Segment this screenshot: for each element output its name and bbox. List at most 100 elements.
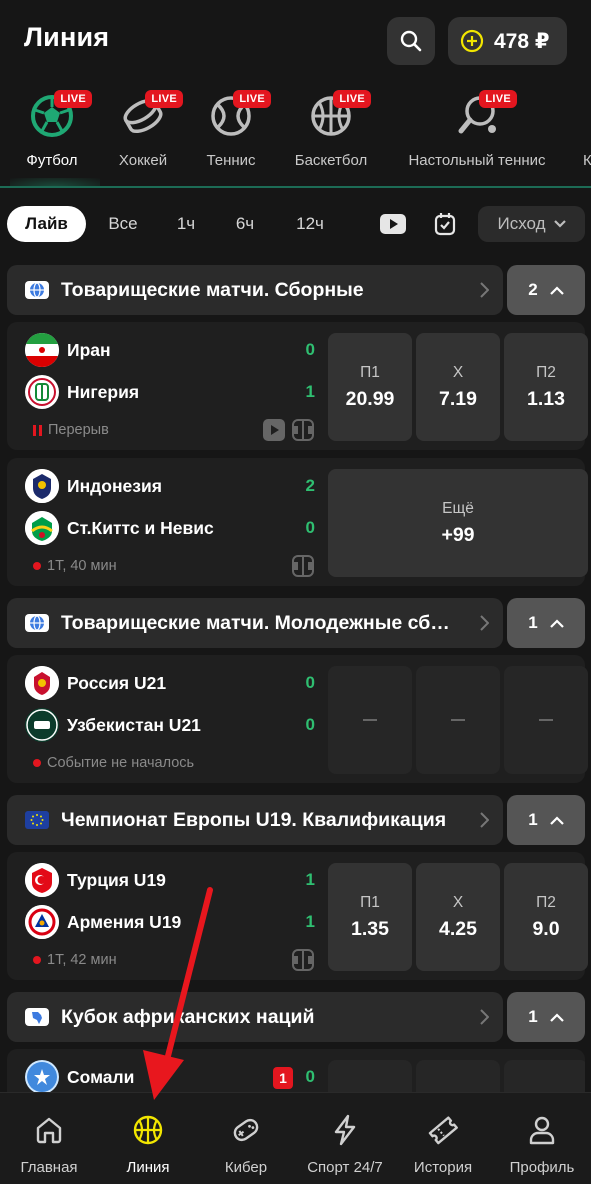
live-badge: LIVE [54,90,92,108]
field-stats-icon[interactable] [292,555,314,577]
more-count: +99 [441,523,475,546]
chevron-right-icon [480,1009,489,1025]
odd-value: 9.0 [532,917,560,940]
basketball-icon [133,1115,163,1145]
odd-button-away[interactable]: П2 9.0 [504,863,588,971]
sport-item-table-tennis[interactable]: LIVE Настольный теннис [405,82,549,186]
odd-button-draw[interactable]: Х 7.19 [416,333,500,441]
search-button[interactable] [387,17,435,65]
away-score: 1 [305,382,315,401]
team-name: Ст.Киттс и Невис [67,517,214,538]
odd-button-draw[interactable]: Х 4.25 [416,863,500,971]
away-team: Узбекистан U21 0 [25,707,315,743]
africa-icon [25,1008,49,1026]
field-stats-icon[interactable] [292,949,314,971]
match-card[interactable]: Иран 0 Нигерия 1 Перерыв П1 20.99 Х 7.19… [7,322,588,450]
home-score: 2 [305,476,315,495]
more-label: Ещё [442,499,474,517]
dash-icon [363,719,377,721]
filter-all[interactable]: Все [96,206,150,242]
video-filter-button[interactable] [372,206,414,242]
header: Линия 478 ₽ [0,0,591,82]
team-name: Индонезия [67,475,162,496]
league-count: 1 [528,1007,538,1026]
match-card[interactable]: Турция U19 1 Армения U19 1 1Т, 42 мин П1… [7,852,588,980]
nav-item-sport-24-7[interactable]: Спорт 24/7 [302,1093,388,1184]
sport-item-hockey[interactable]: LIVE Хоккей [112,82,183,186]
odd-button-home[interactable]: П1 1.35 [328,863,412,971]
red-card-count: 1 [273,1067,293,1089]
match-card[interactable]: Сомали 1 0 [7,1049,585,1092]
match-status-text: 1Т, 40 мин [47,558,117,574]
home-team: Россия U21 0 [25,665,315,701]
nav-item-line[interactable]: Линия [114,1093,182,1184]
league-header[interactable]: Кубок африканских наций [7,992,503,1042]
odd-value: 4.25 [439,917,477,940]
sport-item-tennis[interactable]: LIVE Теннис [203,82,271,186]
filter-6h[interactable]: 6ч [222,206,268,242]
home-score: 0 [305,1067,315,1086]
odd-button-away [504,666,588,774]
globe-icon [25,281,49,299]
odd-button-away[interactable]: П2 1.13 [504,333,588,441]
league-collapse-button[interactable]: 1 [507,992,585,1042]
league-name: Товарищеские матчи. Сборные [61,278,364,301]
odd-label: П2 [536,893,556,911]
league-header[interactable]: Чемпионат Европы U19. Квалификация [7,795,503,845]
video-play-icon[interactable] [263,419,285,441]
dash-icon [451,719,465,721]
chevron-right-icon [480,812,489,828]
globe-icon [25,614,49,632]
sport-item-basketball[interactable]: LIVE Баскетбол [291,82,371,186]
sport-label: К [583,152,591,169]
match-status-text: Событие не началось [47,755,195,771]
calendar-filter-button[interactable] [424,206,466,242]
away-score: 1 [305,912,315,931]
odd-button-home[interactable]: П1 20.99 [328,333,412,441]
match-card[interactable]: Индонезия 2 Ст.Киттс и Невис 0 1Т, 40 ми… [7,458,588,586]
odd-button-home [328,666,412,774]
page-title: Линия [24,22,110,52]
team-name: Иран [67,339,111,360]
match-status: 1Т, 40 мин [33,556,117,576]
nav-item-home[interactable]: Главная [14,1093,84,1184]
odd-button-away[interactable] [504,1060,585,1092]
odd-button-home[interactable] [328,1060,412,1092]
odd-button-draw[interactable] [416,1060,500,1092]
nav-item-history[interactable]: История [410,1093,476,1184]
home-score: 1 [305,870,315,889]
league-collapse-button[interactable]: 2 [507,265,585,315]
match-card[interactable]: Россия U21 0 Узбекистан U21 0 Событие не… [7,655,588,783]
dash-icon [539,719,553,721]
filter-1h[interactable]: 1ч [163,206,209,242]
league-count: 1 [528,613,538,632]
more-markets-button[interactable]: Ещё +99 [328,469,588,577]
team-name: Россия U21 [67,672,167,693]
armenia-crest-icon [25,905,59,939]
league-collapse-button[interactable]: 1 [507,795,585,845]
home-score: 0 [305,673,315,692]
sport-item-football[interactable]: LIVE Футбол [22,82,92,186]
nav-item-profile[interactable]: Профиль [506,1093,578,1184]
league-collapse-button[interactable]: 1 [507,598,585,648]
nav-item-cyber[interactable]: Кибер [212,1093,280,1184]
league-header[interactable]: Товарищеские матчи. Молодежные сб… [7,598,503,648]
live-badge: LIVE [479,90,517,108]
filter-12h[interactable]: 12ч [283,206,337,242]
odd-value: 20.99 [345,387,395,410]
sport-label: Теннис [206,152,256,169]
balance-button[interactable]: 478 ₽ [448,17,567,65]
time-filters: Лайв Все 1ч 6ч 12ч Исход [0,200,591,248]
filter-live[interactable]: Лайв [7,206,86,242]
outcome-select[interactable]: Исход [478,206,585,242]
sport-item-partial[interactable]: К [583,82,591,186]
league-header[interactable]: Товарищеские матчи. Сборные [7,265,503,315]
chevron-up-icon [549,285,564,295]
st-kitts-crest-icon [25,511,59,545]
sport-label: Футбол [26,152,78,169]
home-team: Сомали 1 0 [25,1059,315,1092]
match-status: Событие не началось [33,753,194,773]
sport-label: Хоккей [118,152,168,169]
field-stats-icon[interactable] [292,419,314,441]
odd-label: П2 [536,363,556,381]
